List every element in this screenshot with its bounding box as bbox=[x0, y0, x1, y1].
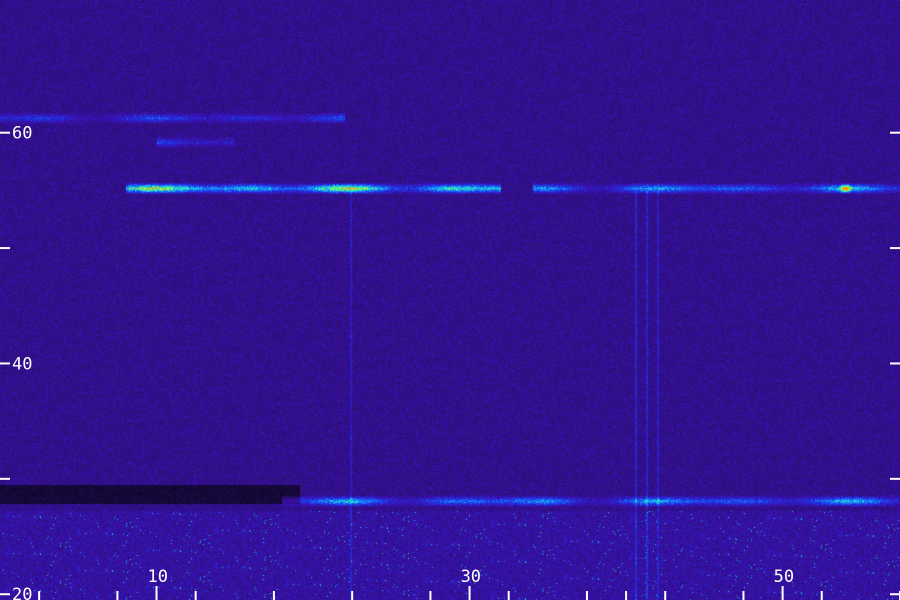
y-tick-label: 20 bbox=[12, 585, 32, 600]
y-tick-label: 60 bbox=[12, 124, 32, 144]
chart-axes: 20 40 60 10 30 50 bbox=[0, 124, 900, 600]
spectrogram-chart: 20 40 60 10 30 50 bbox=[0, 0, 900, 600]
x-tick-label: 50 bbox=[774, 567, 794, 587]
x-tick-label: 30 bbox=[461, 567, 481, 587]
y-tick-label: 40 bbox=[12, 354, 32, 374]
x-tick-label: 10 bbox=[148, 567, 168, 587]
